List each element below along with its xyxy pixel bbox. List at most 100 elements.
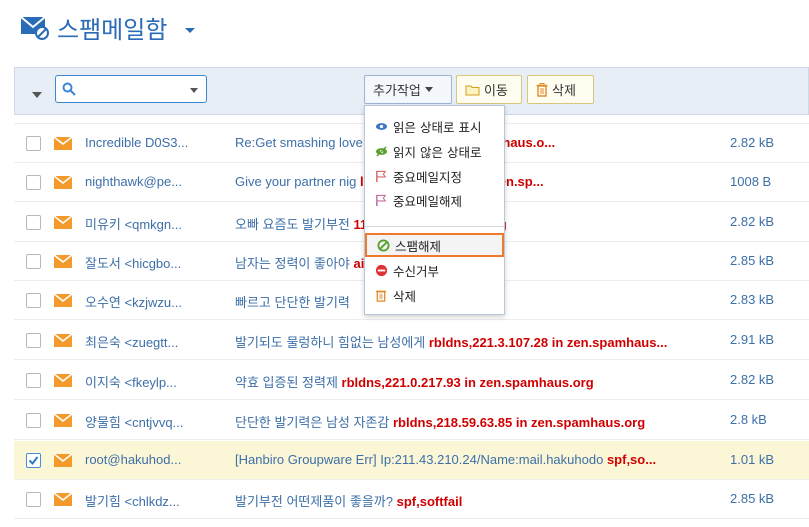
subject[interactable]: 발기되도 물렁하니 힘없는 남성에게 rbldns,221.3.107.28 i… bbox=[235, 332, 705, 351]
sender[interactable]: 미유키 <qmkgn... bbox=[85, 214, 230, 233]
subject[interactable]: [Hanbiro Groupware Err] Ip:211.43.210.24… bbox=[235, 452, 705, 467]
header: 스팸메일함 bbox=[0, 0, 809, 64]
message-size: 1.01 kB bbox=[730, 452, 775, 467]
row-checkbox[interactable] bbox=[26, 453, 41, 468]
message-size: 2.82 kB bbox=[730, 135, 775, 150]
subject[interactable]: 약효 입증된 정력제 rbldns,221.0.217.93 in zen.sp… bbox=[235, 372, 705, 391]
envelope-icon bbox=[54, 294, 72, 307]
more-actions-button[interactable]: 추가작업 bbox=[364, 75, 452, 104]
eye-off-icon bbox=[375, 145, 388, 158]
message-size: 2.83 kB bbox=[730, 292, 775, 307]
trash-icon bbox=[375, 289, 388, 302]
subject[interactable]: 발기부전 어떤제품이 좋을까? spf,softfail bbox=[235, 491, 705, 510]
flag-outline-icon bbox=[375, 194, 388, 207]
menu-item-label: 읽은 상태로 표시 bbox=[393, 119, 482, 135]
message-size: 2.91 kB bbox=[730, 332, 775, 347]
menu-item-label: 중요메일지정 bbox=[393, 169, 463, 185]
message-size: 2.82 kB bbox=[730, 372, 775, 387]
search-options-caret-icon[interactable] bbox=[190, 88, 198, 93]
sender[interactable]: 오수연 <kzjwzu... bbox=[85, 292, 230, 311]
row-checkbox[interactable] bbox=[26, 492, 41, 507]
mail-page: 스팸메일함 추가작업 이동 삭제 Incredible D0S3... Re:G… bbox=[0, 0, 809, 527]
table-row[interactable]: 이지숙 <fkeylp... 약효 입증된 정력제 rbldns,221.0.21… bbox=[14, 361, 809, 400]
message-size: 2.85 kB bbox=[730, 491, 775, 506]
delete-button[interactable]: 삭제 bbox=[527, 75, 594, 104]
message-size: 1008 B bbox=[730, 174, 772, 189]
menu-item[interactable]: 중요메일해제 bbox=[365, 188, 504, 212]
mail-spam-icon bbox=[20, 16, 49, 40]
delete-label: 삭제 bbox=[552, 84, 576, 99]
subject[interactable]: 단단한 발기력은 남성 자존감 rbldns,218.59.63.85 in z… bbox=[235, 412, 705, 431]
sender[interactable]: 발기힘 <chlkdz... bbox=[85, 491, 230, 510]
menu-item-label: 읽지 않은 상태로 bbox=[393, 144, 482, 160]
subject-text: Give your partner nig bbox=[235, 174, 357, 189]
row-checkbox[interactable] bbox=[26, 293, 41, 308]
row-checkbox[interactable] bbox=[26, 215, 41, 230]
subject-text: 단단한 발기력은 남성 자존감 bbox=[235, 415, 390, 430]
menu-item-label: 스팸해제 bbox=[395, 238, 442, 254]
menu-item-label: 수신거부 bbox=[393, 263, 440, 279]
subject-text: 남자는 정력이 좋아야 bbox=[235, 256, 350, 271]
menu-item[interactable]: 중요메일지정 bbox=[365, 164, 504, 188]
subject-text: 발기되도 물렁하니 힘없는 남성에게 bbox=[235, 335, 426, 350]
message-size: 2.82 kB bbox=[730, 214, 775, 229]
message-size: 2.85 kB bbox=[730, 253, 775, 268]
sender[interactable]: 잘도서 <hicgbo... bbox=[85, 253, 230, 272]
chevron-down-icon[interactable] bbox=[185, 28, 195, 33]
menu-item[interactable]: 수신거부 bbox=[365, 258, 504, 282]
sender[interactable]: root@hakuhod... bbox=[85, 452, 230, 467]
menu-divider bbox=[365, 226, 504, 227]
menu-item[interactable]: 스팸해제 bbox=[365, 233, 504, 257]
envelope-icon bbox=[54, 454, 72, 467]
table-row[interactable]: 발기힘 <chlkdz... 발기부전 어떤제품이 좋을까? spf,softfa… bbox=[14, 480, 809, 519]
envelope-icon bbox=[54, 374, 72, 387]
row-checkbox[interactable] bbox=[26, 333, 41, 348]
row-checkbox[interactable] bbox=[26, 373, 41, 388]
subject-text: 빠르고 단단한 발기력 bbox=[235, 295, 350, 310]
sender[interactable]: nighthawk@pe... bbox=[85, 174, 230, 189]
search-box[interactable] bbox=[55, 75, 207, 103]
envelope-icon bbox=[54, 493, 72, 506]
sender[interactable]: 이지숙 <fkeylp... bbox=[85, 372, 230, 391]
select-all-dropdown-icon[interactable] bbox=[32, 92, 42, 98]
search-input[interactable] bbox=[80, 79, 180, 99]
spam-reason: spf,softfail bbox=[396, 494, 463, 509]
row-checkbox[interactable] bbox=[26, 136, 41, 151]
menu-item[interactable]: 읽지 않은 상태로 bbox=[365, 139, 504, 163]
envelope-icon bbox=[54, 334, 72, 347]
spam-reason: rbldns,218.59.63.85 in zen.spamhaus.org bbox=[392, 415, 646, 430]
no-spam-icon bbox=[377, 238, 390, 252]
menu-item-label: 중요메일해제 bbox=[393, 193, 463, 209]
subject-text: 발기부전 어떤제품이 좋을까? bbox=[235, 494, 393, 509]
move-label: 이동 bbox=[484, 84, 508, 99]
trash-icon bbox=[536, 82, 548, 97]
envelope-icon bbox=[54, 137, 72, 150]
row-checkbox[interactable] bbox=[26, 254, 41, 269]
search-icon bbox=[62, 82, 76, 96]
more-actions-label: 추가작업 bbox=[373, 84, 421, 99]
checkmark-icon bbox=[28, 456, 39, 466]
sender[interactable]: Incredible D0S3... bbox=[85, 135, 230, 150]
row-checkbox[interactable] bbox=[26, 175, 41, 190]
envelope-icon bbox=[54, 414, 72, 427]
subject-text: 약효 입증된 정력제 bbox=[235, 375, 338, 390]
subject-text: [Hanbiro Groupware Err] Ip:211.43.210.24… bbox=[235, 452, 604, 467]
move-button[interactable]: 이동 bbox=[456, 75, 522, 104]
spam-reason: rbldns,221.0.217.93 in zen.spamhaus.org bbox=[341, 375, 594, 390]
row-checkbox[interactable] bbox=[26, 413, 41, 428]
menu-item[interactable]: 삭제 bbox=[365, 283, 504, 307]
page-title[interactable]: 스팸메일함 bbox=[57, 10, 167, 45]
menu-item[interactable]: 읽은 상태로 표시 bbox=[365, 114, 504, 138]
envelope-icon bbox=[54, 216, 72, 229]
envelope-icon bbox=[54, 255, 72, 268]
more-actions-menu: 읽은 상태로 표시읽지 않은 상태로중요메일지정중요메일해제스팸해제수신거부삭제 bbox=[364, 105, 505, 315]
table-row[interactable]: 양물힘 <cntjvvq... 단단한 발기력은 남성 자존감 rbldns,21… bbox=[14, 401, 809, 440]
eye-icon bbox=[375, 120, 388, 133]
spam-reason: rbldns,221.3.107.28 in zen.spamhaus... bbox=[428, 335, 668, 350]
sender[interactable]: 최은숙 <zuegtt... bbox=[85, 332, 230, 351]
sender[interactable]: 양물힘 <cntjvvq... bbox=[85, 412, 230, 431]
table-row[interactable]: 최은숙 <zuegtt... 발기되도 물렁하니 힘없는 남성에게 rbldns,… bbox=[14, 321, 809, 360]
table-row[interactable]: root@hakuhod... [Hanbiro Groupware Err] I… bbox=[14, 441, 809, 480]
envelope-icon bbox=[54, 176, 72, 189]
menu-item-label: 삭제 bbox=[393, 288, 417, 304]
